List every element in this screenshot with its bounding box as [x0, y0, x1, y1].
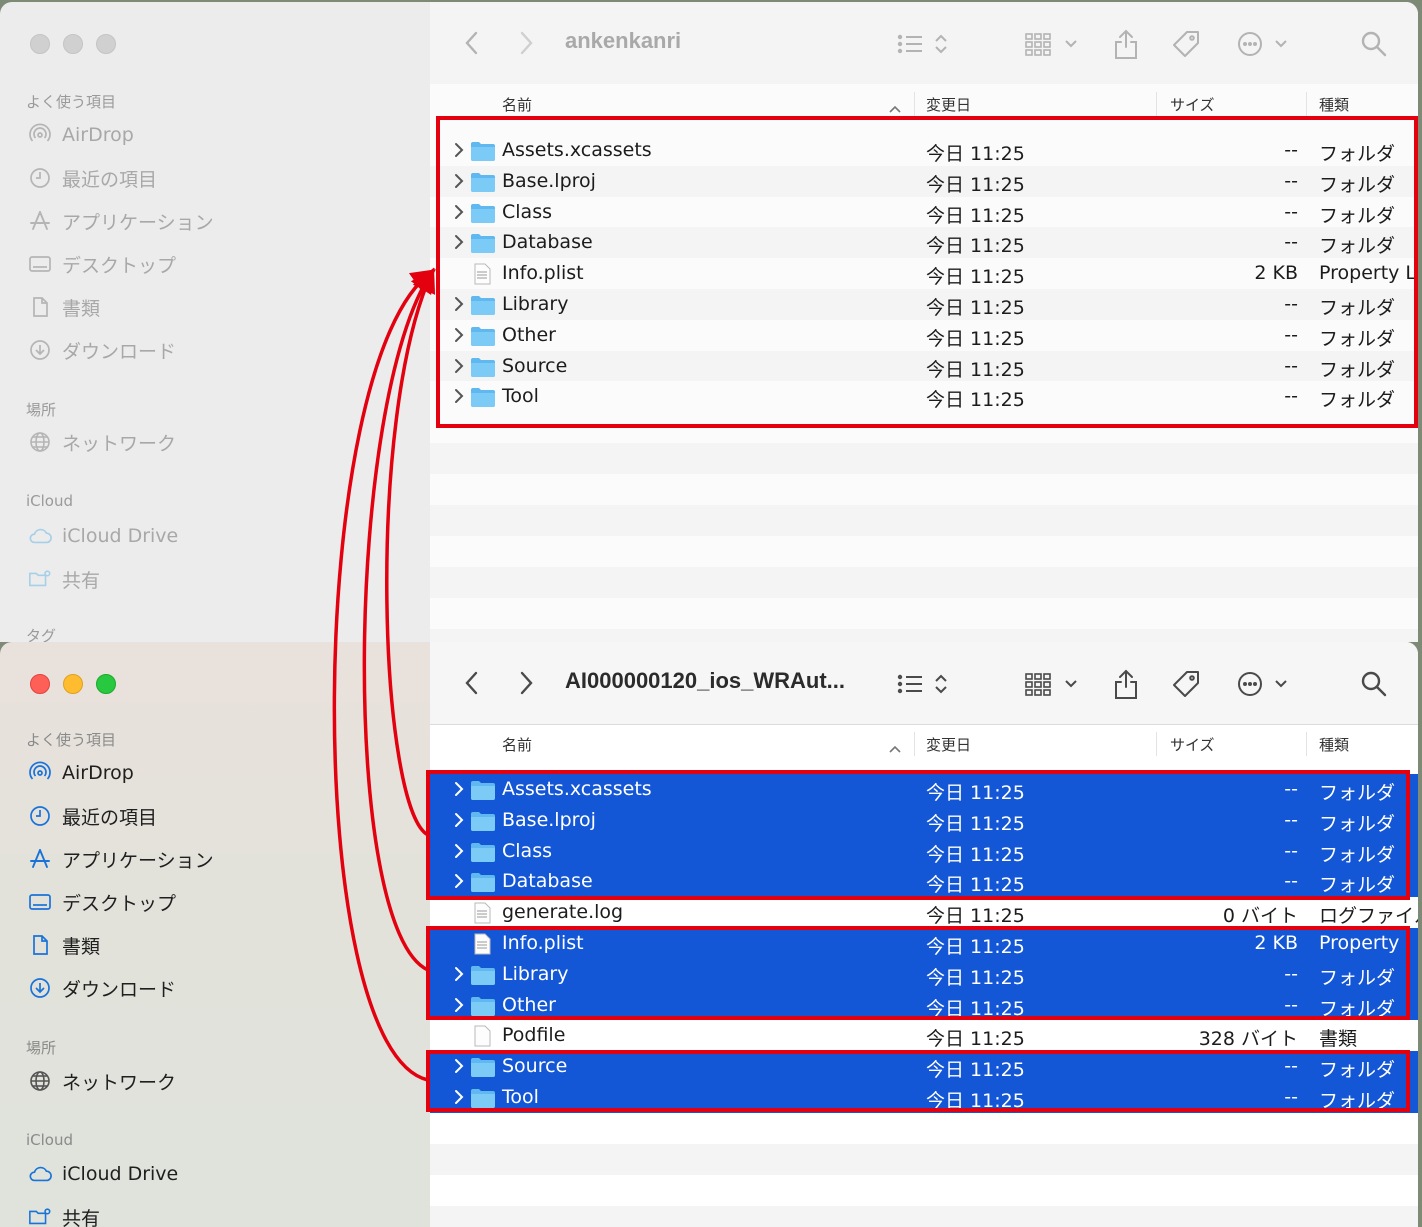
arrow-to-group-1	[385, 267, 436, 837]
arrow-to-group-3	[332, 269, 437, 1082]
copy-arrows	[332, 267, 437, 1082]
